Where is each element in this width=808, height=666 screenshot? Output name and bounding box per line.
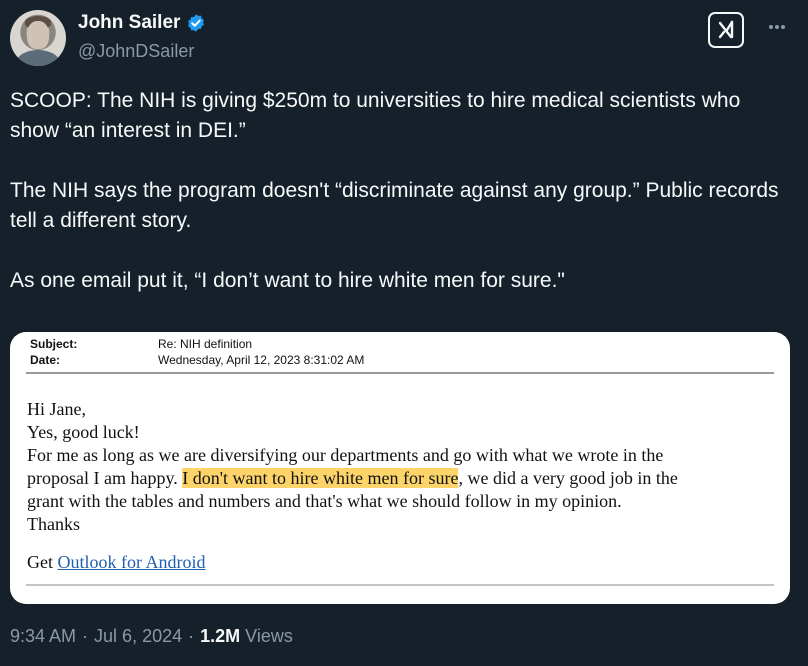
views-count: 1.2M bbox=[200, 626, 241, 646]
email-footer-divider bbox=[26, 584, 774, 586]
outlook-link[interactable]: Outlook for Android bbox=[58, 552, 206, 572]
email-screenshot-image[interactable]: Subject: Re: NIH definition Date: Wednes… bbox=[10, 332, 790, 604]
email-signoff: Thanks bbox=[27, 514, 80, 534]
tweet: John Sailer @JohnDSailer SCOOP: The NIH … bbox=[0, 0, 808, 666]
more-options-icon[interactable] bbox=[764, 14, 790, 40]
grok-button[interactable] bbox=[708, 12, 744, 48]
separator: · bbox=[82, 626, 89, 646]
avatar[interactable] bbox=[10, 10, 66, 66]
tweet-paragraph: SCOOP: The NIH is giving $250m to univer… bbox=[10, 89, 741, 142]
tweet-text: SCOOP: The NIH is giving $250m to univer… bbox=[10, 86, 790, 326]
tweet-paragraph: The NIH says the program doesn't “discri… bbox=[10, 179, 779, 232]
email-line: For me as long as we are diversifying ou… bbox=[27, 445, 664, 465]
email-header-divider bbox=[26, 372, 774, 374]
verified-badge-icon[interactable] bbox=[186, 13, 206, 33]
author-display-name[interactable]: John Sailer bbox=[78, 12, 180, 34]
email-line-highlighted: proposal I am happy. I don't want to hir… bbox=[27, 467, 777, 490]
author-name-row: John Sailer bbox=[78, 12, 206, 34]
author-handle[interactable]: @JohnDSailer bbox=[78, 41, 194, 62]
tweet-footer: 9:34 AM · Jul 6, 2024 · 1.2M Views bbox=[10, 626, 293, 647]
avatar-face bbox=[27, 21, 49, 49]
email-footer-text: Get bbox=[27, 552, 58, 572]
email-line-text: , we did a very good job in the bbox=[458, 468, 678, 488]
email-subject-value: Re: NIH definition bbox=[158, 337, 253, 351]
tweet-paragraph: As one email put it, “I don’t want to hi… bbox=[10, 269, 565, 292]
views-stat[interactable]: 1.2M Views bbox=[200, 626, 293, 647]
email-subject-label: Subject: bbox=[30, 337, 78, 351]
email-line-text: proposal I am happy. bbox=[27, 468, 183, 488]
email-date-value: Wednesday, April 12, 2023 8:31:02 AM bbox=[158, 353, 365, 367]
views-label: Views bbox=[245, 626, 293, 646]
avatar-shirt bbox=[16, 50, 60, 66]
grok-icon bbox=[718, 20, 734, 39]
email-footer: Get Outlook for Android bbox=[27, 552, 206, 573]
email-greeting: Hi Jane, bbox=[27, 399, 86, 419]
email-date-label: Date: bbox=[30, 353, 61, 367]
email-highlighted-quote: I don't want to hire white men for sure bbox=[182, 468, 459, 488]
email-body: Hi Jane, Yes, good luck! For me as long … bbox=[27, 398, 777, 536]
separator: · bbox=[188, 626, 195, 646]
tweet-time[interactable]: 9:34 AM bbox=[10, 626, 76, 647]
email-line: Yes, good luck! bbox=[27, 422, 140, 442]
email-line: grant with the tables and numbers and th… bbox=[27, 491, 622, 511]
tweet-date[interactable]: Jul 6, 2024 bbox=[94, 626, 182, 647]
